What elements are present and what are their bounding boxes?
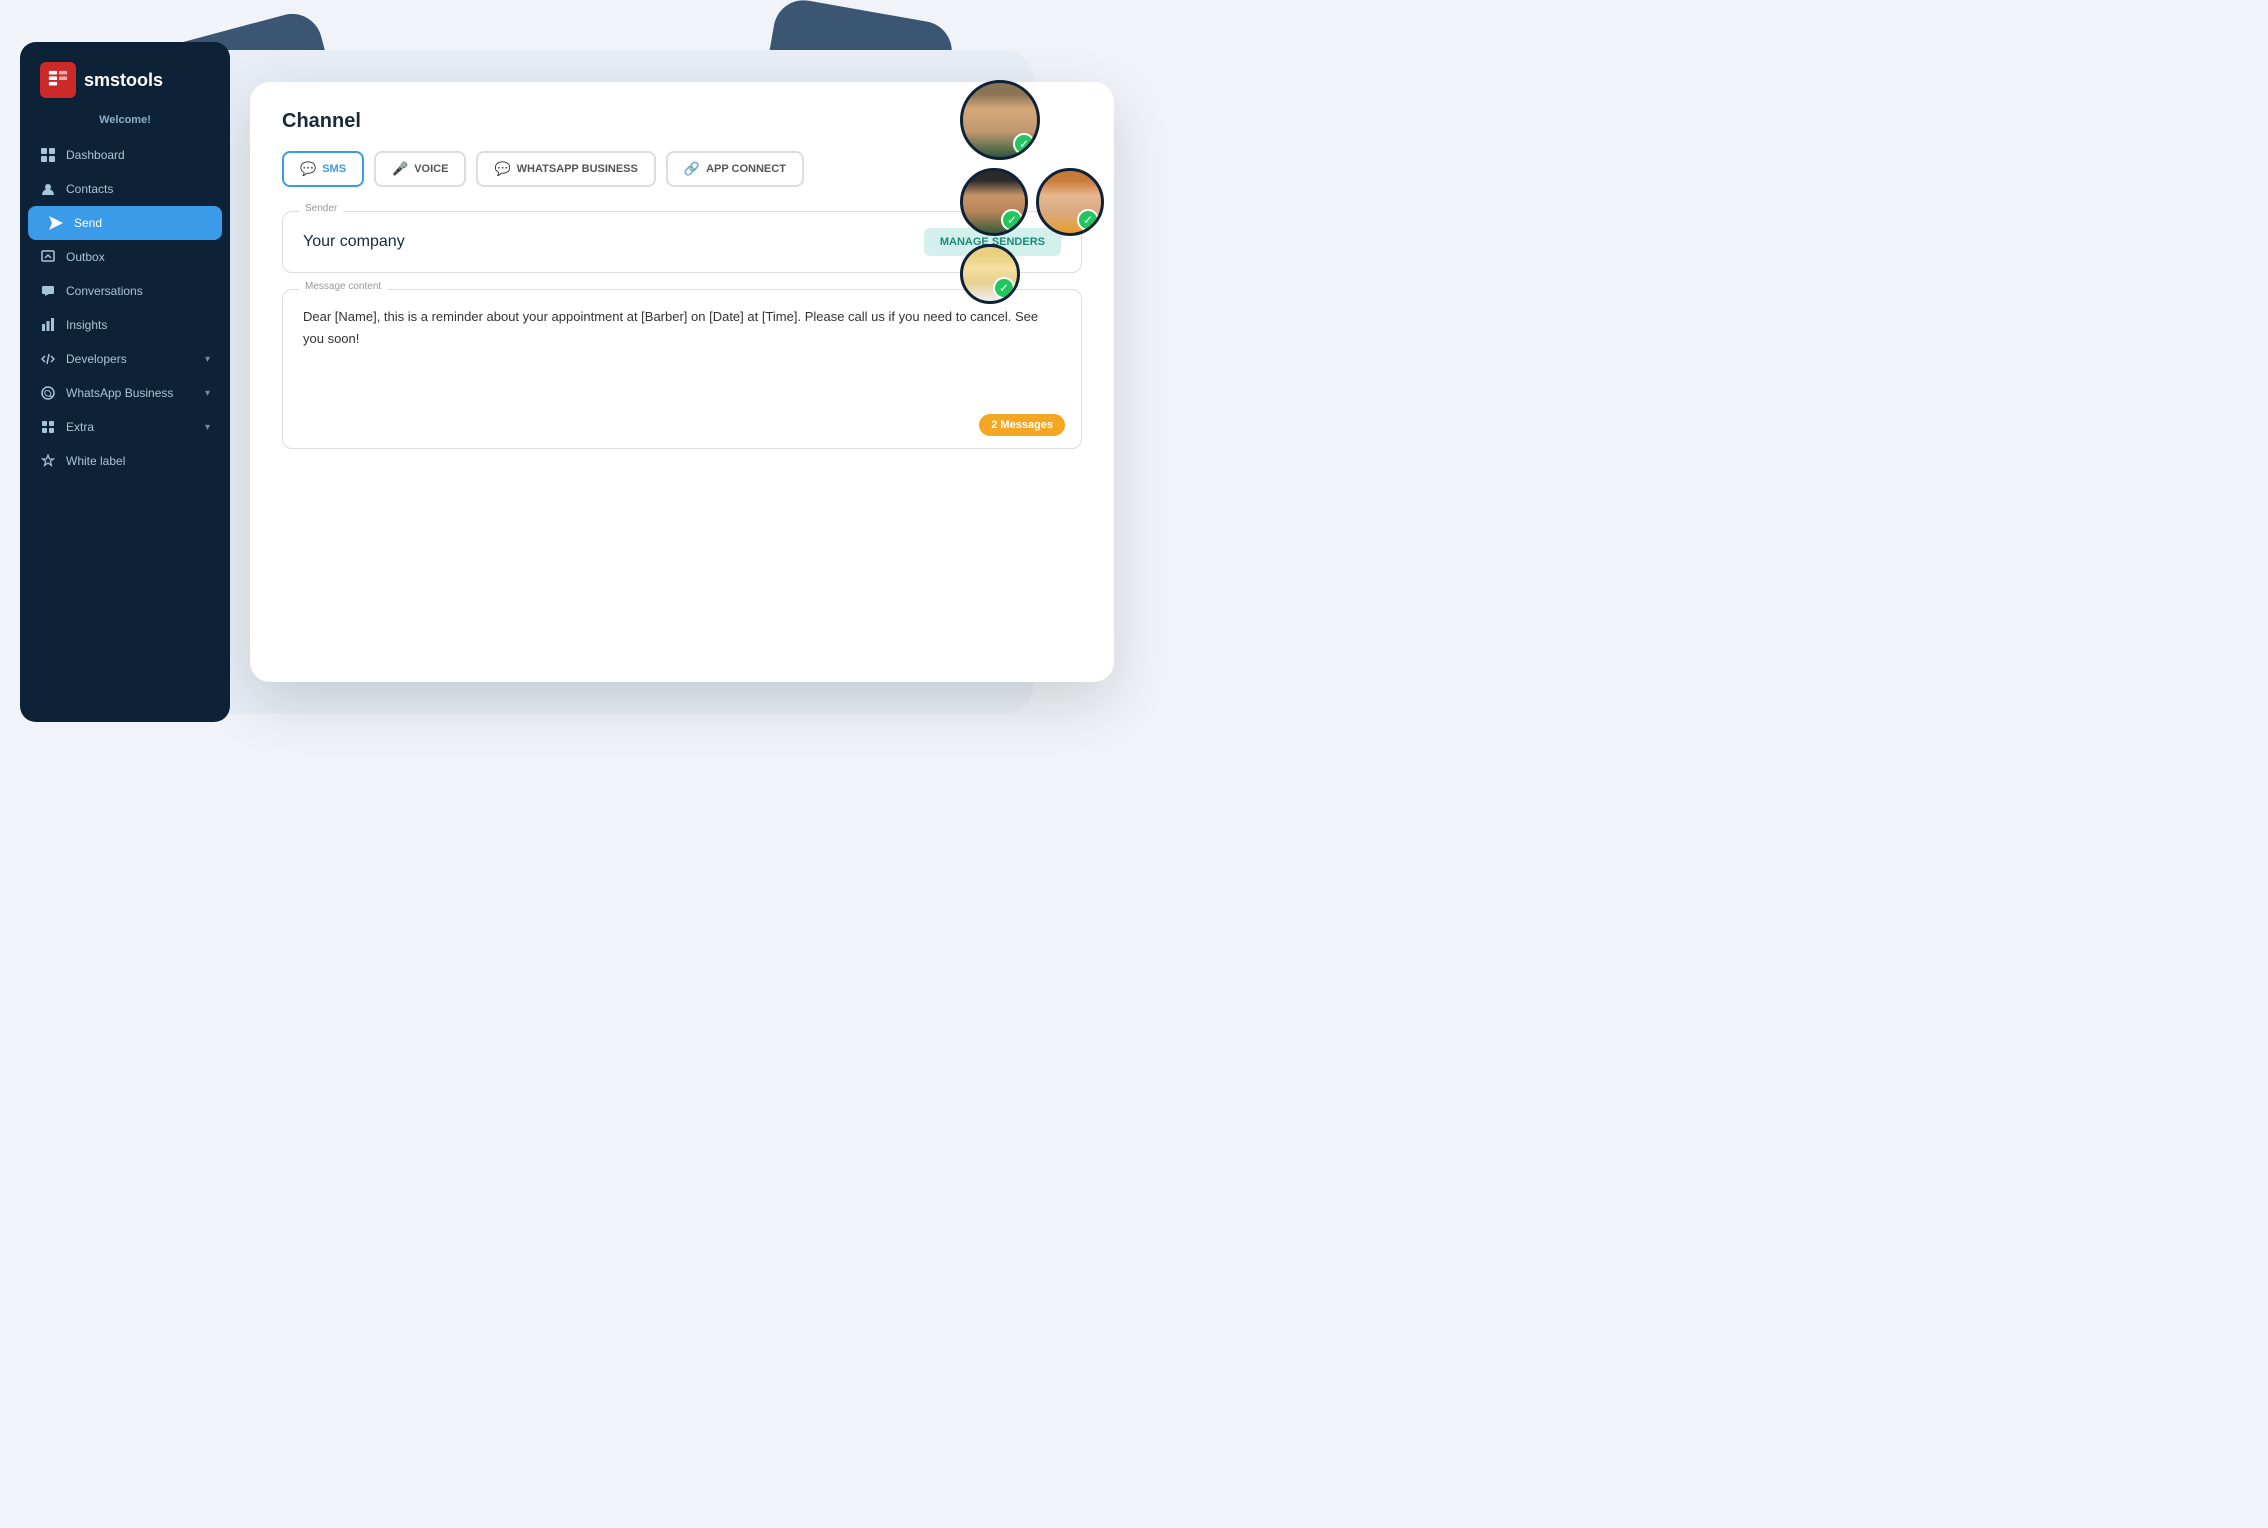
outbox-label: Outbox [66,250,210,264]
insights-icon [40,317,56,333]
sms-tab-icon: 💬 [300,161,316,177]
whatsapp-chevron: ▾ [205,388,210,399]
logo-text-bold: tools [120,70,163,90]
avatars-column: ✓ ✓ ✓ ✓ [960,80,1104,304]
extra-chevron: ▾ [205,422,210,433]
tab-whatsapp-business[interactable]: 💬 WHATSAPP BUSINESS [476,151,655,187]
logo-text: smstools [84,70,163,91]
logo-icon [40,62,76,98]
avatar-1-check: ✓ [1013,133,1035,155]
sidebar-item-whitelabel[interactable]: White label [20,444,230,478]
whitelabel-icon [40,453,56,469]
sender-row: Your company MANAGE SENDERS [303,228,1061,256]
tab-sms[interactable]: 💬 SMS [282,151,364,187]
avatar-4: ✓ [960,244,1020,304]
voice-tab-icon: 🎤 [392,161,408,177]
whatsapp-tab-icon: 💬 [494,161,510,177]
extra-icon [40,419,56,435]
avatar-2: ✓ [960,168,1028,236]
sms-tab-label: SMS [322,163,346,175]
sidebar-item-dashboard[interactable]: Dashboard [20,138,230,172]
contacts-label: Contacts [66,182,210,196]
insights-label: Insights [66,318,210,332]
connect-tab-icon: 🔗 [684,161,700,177]
send-label: Send [74,216,202,230]
sidebar-item-whatsapp[interactable]: WhatsApp Business ▾ [20,376,230,410]
sidebar-item-conversations[interactable]: Conversations [20,274,230,308]
conversations-icon [40,283,56,299]
conversations-label: Conversations [66,284,210,298]
tab-voice[interactable]: 🎤 VOICE [374,151,466,187]
avatar-row: ✓ ✓ [960,168,1104,236]
sidebar-item-insights[interactable]: Insights [20,308,230,342]
whatsapp-icon [40,385,56,401]
sidebar-item-send[interactable]: Send [28,206,222,240]
whatsapp-tab-label: WHATSAPP BUSINESS [517,163,638,175]
sender-label: Sender [299,203,343,214]
logo-text-light: sms [84,70,120,90]
connect-tab-label: APP CONNECT [706,163,786,175]
grid-icon [40,147,56,163]
dashboard-label: Dashboard [66,148,210,162]
welcome-label: Welcome! [20,114,230,138]
sender-value: Your company [303,233,405,251]
panel-wrapper: smstools Welcome! Dashboard [0,0,1134,764]
message-content-text: Dear [Name], this is a reminder about yo… [303,306,1061,350]
developers-chevron: ▾ [205,354,210,365]
avatar-1: ✓ [960,80,1040,160]
whatsapp-label: WhatsApp Business [66,386,195,400]
avatar-3: ✓ [1036,168,1104,236]
contacts-icon [40,181,56,197]
logo-area: smstools [20,62,230,114]
extra-label: Extra [66,420,195,434]
message-section: Message content Dear [Name], this is a r… [282,289,1082,449]
sidebar: smstools Welcome! Dashboard [20,42,230,722]
sidebar-item-extra[interactable]: Extra ▾ [20,410,230,444]
developers-label: Developers [66,352,195,366]
avatar-4-check: ✓ [993,277,1015,299]
outbox-icon [40,249,56,265]
outer-container: smstools Welcome! Dashboard [0,0,1134,764]
message-content-label: Message content [299,281,387,292]
send-icon [48,215,64,231]
avatar-3-check: ✓ [1077,209,1099,231]
whitelabel-label: White label [66,454,210,468]
sidebar-item-developers[interactable]: Developers ▾ [20,342,230,376]
avatar-2-check: ✓ [1001,209,1023,231]
tab-app-connect[interactable]: 🔗 APP CONNECT [666,151,804,187]
voice-tab-label: VOICE [414,163,448,175]
sidebar-item-outbox[interactable]: Outbox [20,240,230,274]
messages-badge: 2 Messages [979,414,1065,436]
developers-icon [40,351,56,367]
sidebar-item-contacts[interactable]: Contacts [20,172,230,206]
